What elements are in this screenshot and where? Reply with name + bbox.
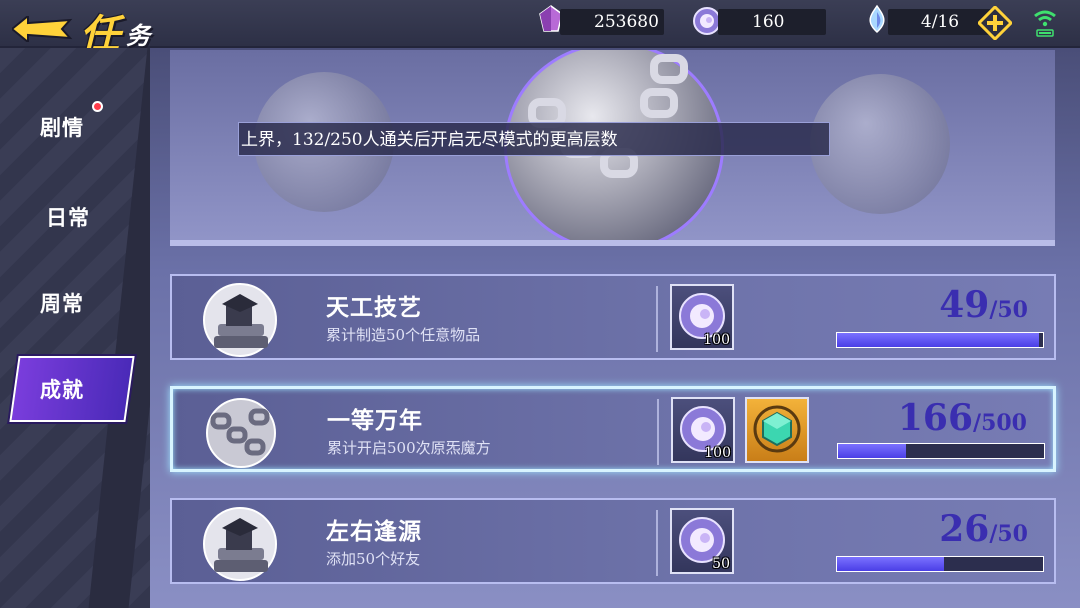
progress-current: 49 [939, 284, 990, 326]
orb-counter: 160 [718, 9, 826, 35]
progress-max: /50 [989, 297, 1028, 323]
progress-bar [836, 556, 1044, 572]
banner-divider [170, 240, 1055, 246]
achievement-title: 左右逢源 [326, 518, 422, 545]
sidebar-item-label: 成就 [40, 377, 84, 402]
reward-slot[interactable]: 100 [670, 284, 734, 350]
locked-medal-right [810, 74, 950, 214]
achievement-desc: 累计开启500次原炁魔方 [327, 439, 491, 457]
sidebar-item-achievement[interactable]: 成就 [40, 374, 84, 404]
reward-slot[interactable] [745, 397, 809, 463]
progress-bar-fill [838, 444, 907, 458]
page-title-sub: 务 [126, 21, 150, 50]
progress-max: /50 [989, 521, 1028, 547]
progress-max: /500 [973, 410, 1027, 436]
card-divider [657, 399, 659, 465]
achievement-desc: 累计制造50个任意物品 [326, 326, 481, 344]
achievement-title: 一等万年 [327, 407, 423, 434]
sidebar-item-story[interactable]: 剧情 [40, 112, 84, 142]
notification-dot [92, 101, 103, 112]
chained-medal-icon [206, 398, 276, 468]
achievement-title: 天工技艺 [326, 294, 422, 321]
achievement-card[interactable]: 左右逢源 添加50个好友 50 26/50 [170, 498, 1056, 584]
top-bar: 任 务 253680 160 4/16 [0, 0, 1080, 58]
green-cube-icon [753, 405, 801, 453]
sidebar-item-daily[interactable]: 日常 [46, 202, 90, 232]
reward-count: 100 [703, 332, 730, 348]
reward-count: 50 [712, 556, 730, 572]
card-divider [656, 510, 658, 576]
reward-count: 100 [704, 445, 731, 461]
sidebar-item-weekly[interactable]: 周常 [40, 288, 84, 318]
progress-label: 166/500 [898, 397, 1027, 439]
progress-current: 166 [897, 397, 974, 439]
progress-current: 26 [939, 508, 990, 550]
wifi-signal-icon [1034, 10, 1056, 37]
unlock-hint-tooltip: 上界，132/250人通关后开启无尽模式的更高层数 [238, 122, 830, 156]
gem-value: 253680 [594, 12, 659, 32]
progress-bar-fill [837, 333, 1039, 347]
back-button[interactable]: 任 务 [8, 2, 168, 58]
sidebar-item-label: 日常 [46, 205, 90, 230]
tooltip-text: 上界，132/250人通关后开启无尽模式的更高层数 [241, 130, 618, 150]
progress-bar [836, 332, 1044, 348]
achievement-card[interactable]: 一等万年 累计开启500次原炁魔方 100 166/500 [170, 386, 1056, 472]
achievement-desc: 添加50个好友 [326, 550, 421, 568]
progress-label: 26/50 [939, 508, 1028, 550]
add-stamina-button[interactable] [978, 6, 1012, 40]
reward-slot[interactable]: 100 [671, 397, 735, 463]
gem-counter: 253680 [560, 9, 664, 35]
sidebar-item-label: 剧情 [40, 115, 84, 140]
achievement-card[interactable]: 天工技艺 累计制造50个任意物品 100 49/50 [170, 274, 1056, 360]
books-emblem-icon [203, 507, 277, 581]
back-arrow-icon [12, 16, 73, 42]
orb-value: 160 [752, 12, 785, 32]
reward-slot[interactable]: 50 [670, 508, 734, 574]
books-emblem-icon [203, 283, 277, 357]
progress-bar [837, 443, 1045, 459]
sidebar-item-label: 周常 [40, 291, 84, 316]
progress-bar-fill [837, 557, 945, 571]
stamina-counter: 4/16 [888, 9, 992, 35]
stamina-value: 4/16 [920, 12, 960, 32]
card-divider [656, 286, 658, 352]
progress-label: 49/50 [939, 284, 1028, 326]
